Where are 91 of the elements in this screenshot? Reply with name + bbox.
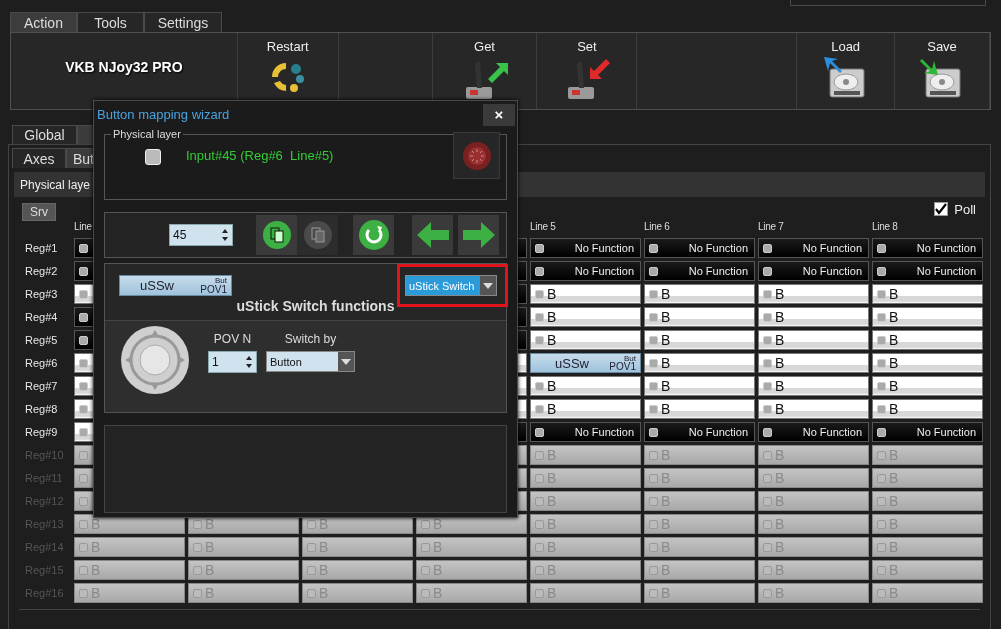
column-header: Line (74, 221, 92, 234)
grid-cell[interactable]: B (758, 376, 869, 396)
copy-button[interactable] (256, 215, 297, 255)
caret-icon (341, 358, 351, 365)
input-spinner[interactable]: 45 (169, 224, 233, 246)
grid-cell[interactable]: No Function (644, 238, 755, 258)
grid-cell[interactable]: No Function (530, 261, 641, 281)
poll-checkbox[interactable] (934, 202, 949, 216)
device-name: VKB NJoy32 PRO (65, 59, 183, 75)
grid-cell[interactable]: B (872, 330, 983, 350)
group-legend: Physical layer (111, 128, 183, 140)
reset-button[interactable] (353, 215, 394, 255)
page-tab[interactable]: Global (12, 125, 77, 144)
toolbar-tab[interactable]: Settings (144, 12, 222, 32)
spin-arrows-icon[interactable] (221, 228, 229, 242)
grid-cell[interactable]: B (644, 330, 755, 350)
ribbon-button[interactable]: Load (797, 33, 896, 109)
row-label: Reg#3 (24, 287, 59, 302)
refresh-icon (357, 219, 390, 251)
previous-button[interactable] (412, 215, 453, 255)
paste-button[interactable] (297, 215, 338, 255)
poll-label: Poll (954, 201, 976, 217)
toolbar-tab[interactable]: Tools (77, 12, 144, 32)
next-button[interactable] (458, 215, 499, 255)
ribbon-button[interactable]: Save (895, 33, 990, 109)
grid-cell[interactable]: B (530, 307, 641, 327)
row-label: Reg#1 (24, 241, 59, 256)
section-title: uStick Switch functions (235, 298, 396, 314)
column-header: Line 8 (872, 221, 898, 234)
close-button[interactable]: × (483, 103, 515, 126)
grid-cell[interactable]: B (758, 307, 869, 327)
grid-cell[interactable]: B (872, 307, 983, 327)
column-header: Line 5 (530, 221, 556, 234)
grid-cell[interactable]: B (872, 284, 983, 304)
toolbar-tab[interactable]: Action (10, 12, 77, 32)
hard-disk-icon (823, 57, 868, 99)
paste-icon (302, 220, 333, 250)
layer-checkbox[interactable] (145, 148, 161, 165)
sub-tab[interactable]: Axes (12, 148, 66, 168)
grid-cell[interactable]: No Function (530, 238, 641, 258)
grid-cell[interactable]: No Function (530, 422, 641, 442)
grid-cell[interactable]: No Function (758, 422, 869, 442)
dialog-title: Button mapping wizard (97, 107, 230, 122)
switch-label: Switch by (284, 332, 337, 346)
grid-cell[interactable]: B (530, 399, 641, 419)
grid-cell[interactable]: B (644, 307, 755, 327)
row-label: Reg#4 (24, 310, 59, 325)
grid-cell[interactable]: No Function (872, 422, 983, 442)
grid-cell[interactable]: B (644, 284, 755, 304)
grid-cell[interactable]: B (872, 353, 983, 373)
grid-cell[interactable]: No Function (872, 261, 983, 281)
grid-cell[interactable]: No Function (872, 238, 983, 258)
column-header: Line 7 (758, 221, 784, 234)
grid-cell[interactable]: B (644, 399, 755, 419)
column-header: Line 6 (644, 221, 670, 234)
grid-cell[interactable]: B (530, 284, 641, 304)
row-label: Reg#7 (24, 379, 59, 394)
ribbon-button[interactable]: Set (537, 33, 638, 109)
panel-title: Physical laye (20, 177, 91, 192)
input-info: Input#45 (Reg#6 Line#5) (186, 148, 334, 163)
spin-arrows-icon[interactable] (245, 355, 253, 369)
grid-cell[interactable]: B (872, 399, 983, 419)
grid-cell[interactable]: B (758, 284, 869, 304)
grid-cell[interactable]: B (758, 330, 869, 350)
row-label: Reg#5 (24, 333, 59, 348)
grid-cell[interactable]: No Function (644, 422, 755, 442)
grid-cell[interactable]: B (530, 376, 641, 396)
row-label: Reg#8 (24, 402, 59, 417)
left-arrow-icon (416, 222, 449, 248)
copy-icon (261, 220, 292, 250)
pov-spinner[interactable]: 1 (208, 351, 257, 373)
pov-label: POV N (213, 332, 252, 346)
srv-button[interactable]: Srv (22, 203, 56, 221)
switch-select[interactable]: Button (266, 351, 355, 372)
row-label: Reg#2 (24, 264, 59, 279)
pov-hat-icon (120, 325, 190, 395)
grid-cell[interactable]: No Function (758, 238, 869, 258)
grid-cell[interactable]: B (644, 376, 755, 396)
row-label: Reg#9 (24, 425, 59, 440)
row-label: Reg#6 (24, 356, 59, 371)
grid-cell[interactable]: B (872, 376, 983, 396)
grid-cell[interactable]: B (758, 353, 869, 373)
grid-cell[interactable]: B (644, 353, 755, 373)
lamp-icon (461, 140, 492, 171)
grid-cell[interactable]: No Function (644, 261, 755, 281)
right-arrow-icon (462, 222, 495, 248)
grid-cell[interactable]: B (758, 399, 869, 419)
grid-cell[interactable]: B (530, 330, 641, 350)
grid-cell[interactable]: uSSw But POV1 (530, 353, 641, 373)
grid-cell[interactable]: No Function (758, 261, 869, 281)
mapping-chip: uSSw But POV1 (119, 275, 232, 296)
